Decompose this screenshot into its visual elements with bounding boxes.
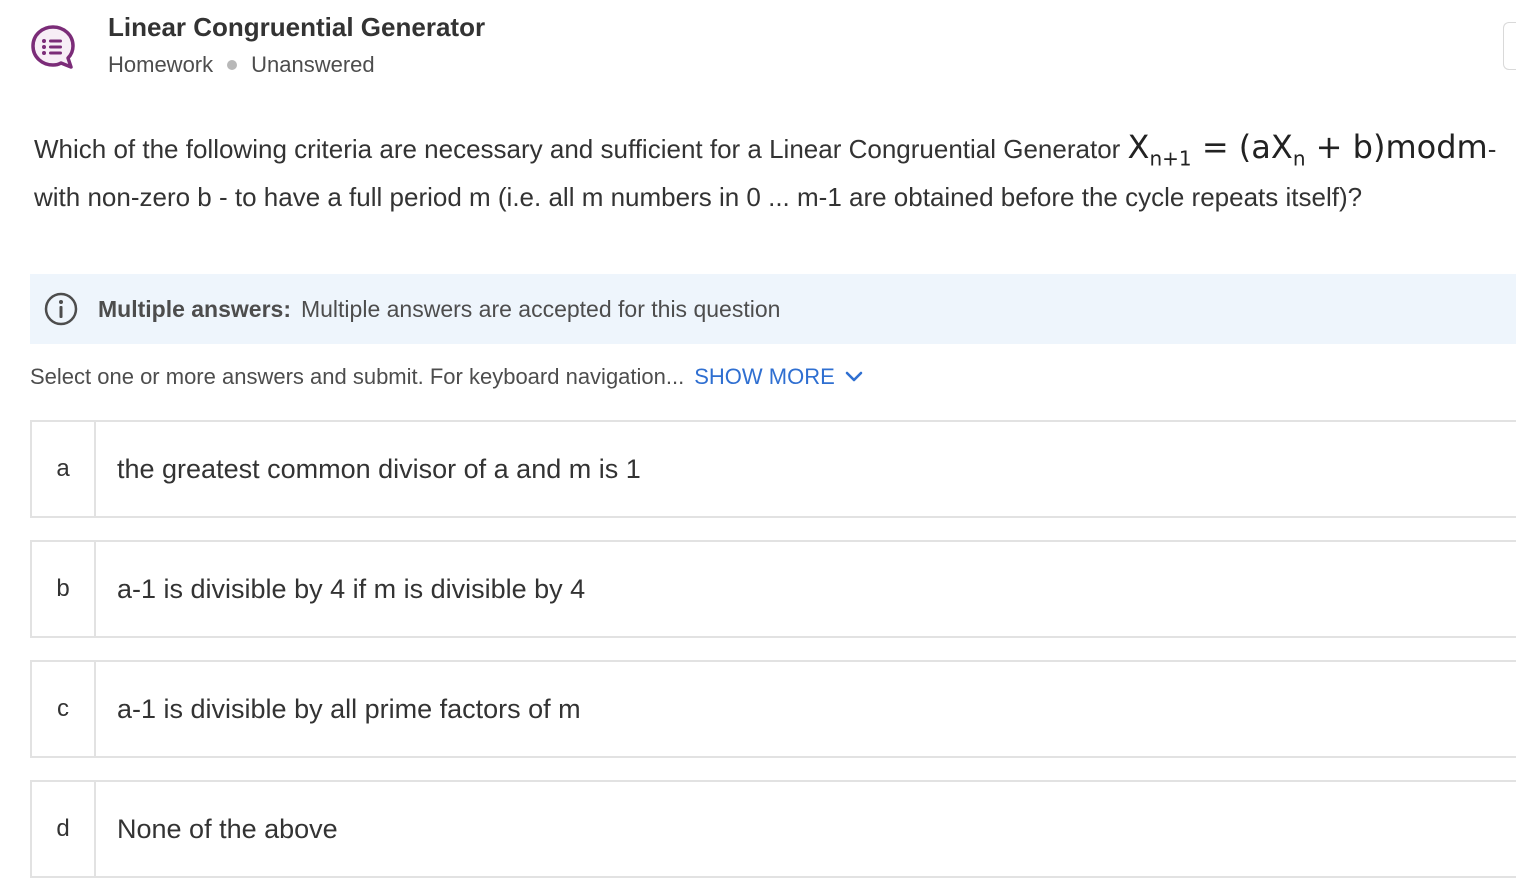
option-letter: c xyxy=(32,662,96,756)
option-text: None of the above xyxy=(117,813,338,844)
option-text: a-1 is divisible by all prime factors of… xyxy=(117,693,581,724)
page-title: Linear Congruential Generator xyxy=(108,12,486,42)
question-text-dash: - xyxy=(1487,134,1497,164)
formula-rhs-open: (aX xyxy=(1238,128,1293,166)
instructions-text: Select one or more answers and submit. F… xyxy=(30,364,685,389)
formula-lhs-var: X xyxy=(1127,128,1150,166)
info-title: Multiple answers: xyxy=(98,295,291,322)
formula-lhs-sub: n+1 xyxy=(1149,146,1192,171)
info-icon xyxy=(44,292,78,326)
option-text: the greatest common divisor of a and m i… xyxy=(117,453,641,484)
option-letter: b xyxy=(32,542,96,636)
status-label: Unanswered xyxy=(251,52,375,77)
category-label: Homework xyxy=(108,52,214,77)
multiple-answers-banner: Multiple answers: Multiple answers are a… xyxy=(30,274,1516,344)
question-page: Linear Congruential Generator Homework U… xyxy=(0,0,1516,890)
show-more-label: SHOW MORE xyxy=(694,364,835,389)
answer-option-b[interactable]: b a-1 is divisible by 4 if m is divisibl… xyxy=(30,540,1516,638)
chevron-down-icon xyxy=(845,371,863,382)
formula-rhs-close: + b)modm xyxy=(1305,128,1488,166)
formula-equals: = xyxy=(1191,128,1239,166)
separator-dot xyxy=(227,60,238,70)
lcg-formula: Xn+1 = (aXn + b)modm xyxy=(1127,128,1488,170)
option-text: a-1 is divisible by 4 if m is divisible … xyxy=(117,573,586,604)
info-text: Multiple answers are accepted for this q… xyxy=(300,295,781,322)
question-text-part2: with non-zero b - to have a full period … xyxy=(34,182,1363,213)
question-text-part1: Which of the following criteria are nece… xyxy=(34,134,1128,164)
option-letter: a xyxy=(32,422,96,516)
side-panel-handle[interactable] xyxy=(1503,22,1516,70)
answer-option-d[interactable]: d None of the above xyxy=(30,780,1516,878)
show-more-link[interactable]: SHOW MORE xyxy=(694,364,863,390)
question-text: Which of the following criteria are nece… xyxy=(34,128,1504,217)
answer-option-c[interactable]: c a-1 is divisible by all prime factors … xyxy=(30,660,1516,758)
formula-rhs-sub: n xyxy=(1292,146,1306,171)
question-meta: Homework Unanswered xyxy=(108,52,375,78)
answer-option-a[interactable]: a the greatest common divisor of a and m… xyxy=(30,420,1516,518)
question-bubble-icon xyxy=(31,25,75,69)
answer-instructions: Select one or more answers and submit. F… xyxy=(30,364,863,390)
option-letter: d xyxy=(32,782,96,876)
